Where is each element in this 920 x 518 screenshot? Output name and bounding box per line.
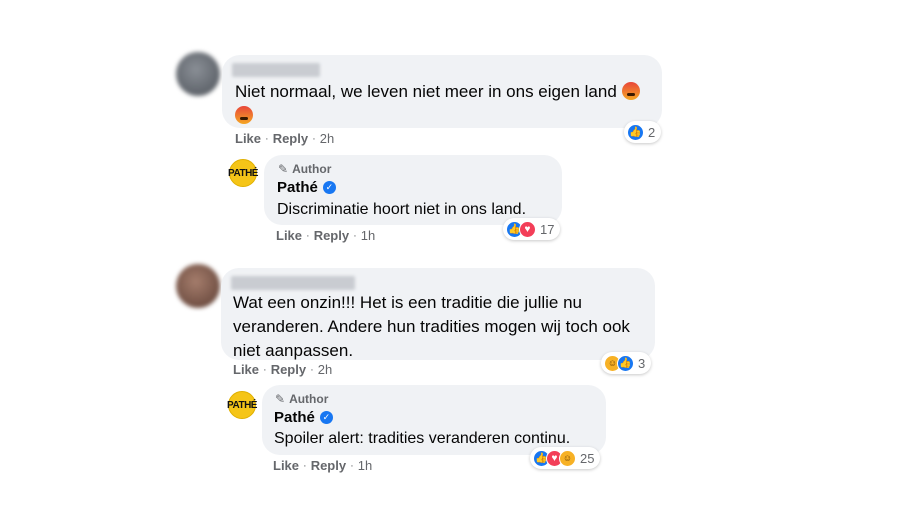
reaction-summary[interactable]: ☺ 👍 3 xyxy=(601,352,652,374)
like-button[interactable]: Like xyxy=(273,458,299,473)
comment-bubble: Wat een onzin!!! Het is een traditie die… xyxy=(221,268,655,360)
reply-button[interactable]: Reply xyxy=(273,131,308,146)
like-button[interactable]: Like xyxy=(276,228,302,243)
commenter-avatar[interactable] xyxy=(176,52,220,96)
timestamp[interactable]: 1h xyxy=(358,458,372,473)
author-name[interactable]: Pathé ✓ xyxy=(277,179,336,196)
pathe-avatar[interactable]: PATHÉ xyxy=(228,159,258,187)
like-reaction-icon: 👍 xyxy=(627,123,644,141)
timestamp[interactable]: 1h xyxy=(361,228,375,243)
commenter-name[interactable] xyxy=(232,63,320,77)
love-reaction-icon: ♥ xyxy=(519,220,536,238)
reply-bubble: ✎ Author Pathé ✓ Discriminatie hoort nie… xyxy=(264,155,562,225)
comment-bubble: Niet normaal, we leven niet meer in ons … xyxy=(222,55,662,128)
like-button[interactable]: Like xyxy=(235,131,261,146)
reply-button[interactable]: Reply xyxy=(311,458,346,473)
reaction-count: 2 xyxy=(648,124,656,140)
comment-text: Niet normaal, we leven niet meer in ons … xyxy=(235,80,655,128)
pencil-icon: ✎ xyxy=(278,162,289,176)
author-name[interactable]: Pathé ✓ xyxy=(274,409,333,426)
reply-actions: Like · Reply · 1h xyxy=(276,228,376,243)
reaction-summary[interactable]: 👍 ♥ 17 xyxy=(503,218,561,240)
reaction-count: 25 xyxy=(580,450,595,466)
reply-bubble: ✎ Author Pathé ✓ Spoiler alert: traditie… xyxy=(262,385,606,455)
reply-actions: Like · Reply · 1h xyxy=(273,458,373,473)
reaction-summary[interactable]: 👍 ♥ ☺ 25 xyxy=(530,447,601,469)
pencil-icon: ✎ xyxy=(275,392,286,406)
angry-emoji-icon xyxy=(621,82,640,100)
reaction-count: 17 xyxy=(540,221,555,237)
verified-badge-icon: ✓ xyxy=(322,181,336,194)
commenter-name[interactable] xyxy=(231,276,355,290)
reaction-count: 3 xyxy=(638,355,646,371)
reply-button[interactable]: Reply xyxy=(314,228,349,243)
commenter-avatar[interactable] xyxy=(176,264,220,308)
angry-emoji-icon xyxy=(235,106,253,124)
timestamp[interactable]: 2h xyxy=(318,362,332,377)
author-badge: ✎ Author xyxy=(278,162,332,176)
comment-actions: Like · Reply · 2h xyxy=(233,362,333,377)
haha-reaction-icon: ☺ xyxy=(559,449,576,467)
pathe-avatar[interactable]: PATHÉ xyxy=(227,391,257,419)
reaction-summary[interactable]: 👍 2 xyxy=(624,121,662,143)
comment-actions: Like · Reply · 2h xyxy=(235,131,335,146)
reply-text: Spoiler alert: tradities veranderen cont… xyxy=(274,430,571,447)
author-badge: ✎ Author xyxy=(275,392,329,406)
reply-text: Discriminatie hoort niet in ons land. xyxy=(277,201,527,218)
reply-button[interactable]: Reply xyxy=(271,362,306,377)
like-button[interactable]: Like xyxy=(233,362,259,377)
like-reaction-icon: 👍 xyxy=(617,354,634,372)
timestamp[interactable]: 2h xyxy=(320,131,334,146)
verified-badge-icon: ✓ xyxy=(319,411,333,424)
comment-text: Wat een onzin!!! Het is een traditie die… xyxy=(233,293,630,360)
